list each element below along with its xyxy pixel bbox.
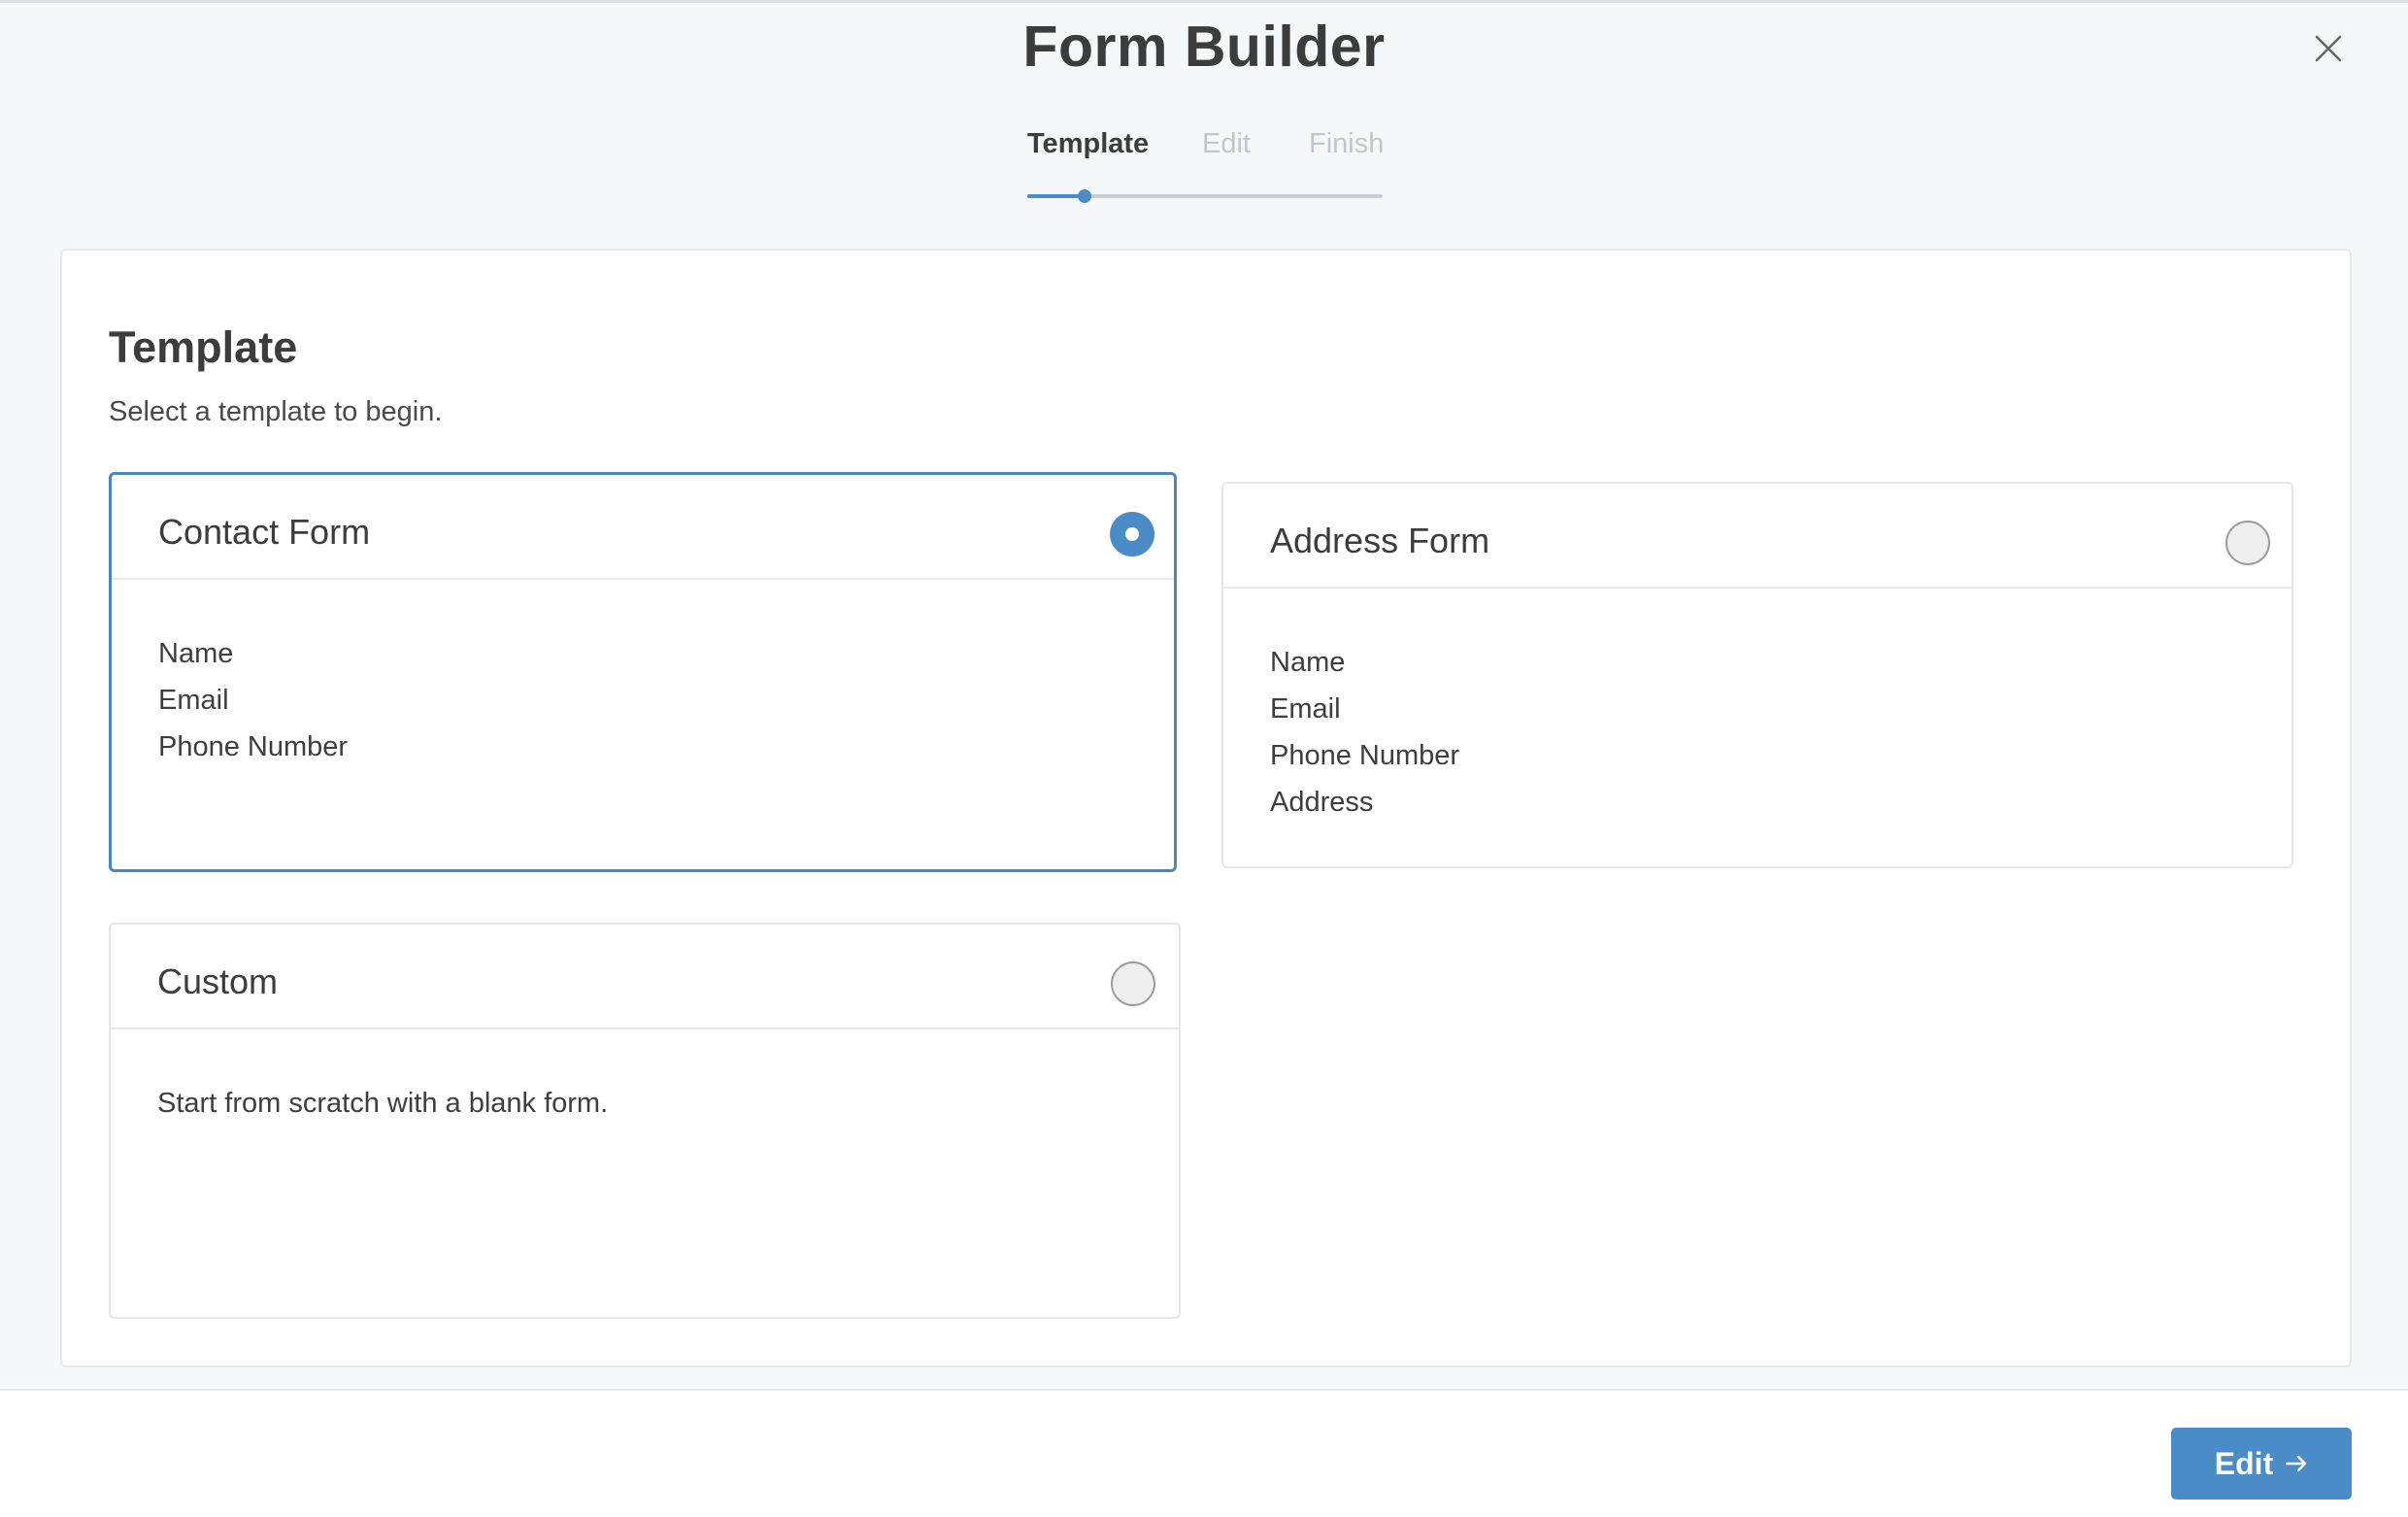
panel-title: Template: [109, 322, 298, 372]
radio-address-form[interactable]: [2225, 521, 2270, 565]
close-button[interactable]: [2307, 27, 2350, 70]
stepper-progress-marker: [1077, 189, 1091, 203]
card-title: Custom: [157, 961, 279, 1001]
footer-bar: Edit: [0, 1389, 2408, 1517]
step-edit: Edit: [1202, 128, 1251, 159]
field-item: Email: [158, 685, 229, 716]
radio-custom[interactable]: [1111, 961, 1155, 1006]
template-panel: Template Select a template to begin. Con…: [60, 249, 2352, 1367]
top-divider: [0, 0, 2408, 3]
step-template[interactable]: Template: [1027, 128, 1149, 160]
template-card-custom[interactable]: Custom Start from scratch with a blank f…: [109, 923, 1181, 1319]
field-item: Name: [158, 638, 234, 669]
close-icon: [2315, 35, 2342, 62]
card-header: Address Form: [1223, 484, 2291, 589]
panel-subtitle: Select a template to begin.: [109, 396, 443, 427]
field-item: Address: [1270, 787, 1374, 818]
card-header: Contact Form: [112, 475, 1174, 580]
field-item: Phone Number: [1270, 740, 1460, 771]
card-description: Start from scratch with a blank form.: [157, 1080, 608, 1127]
field-item: Name: [1270, 647, 1346, 678]
field-item: Phone Number: [158, 731, 349, 762]
card-title: Address Form: [1270, 521, 1490, 560]
field-item: Email: [1270, 693, 1341, 725]
description-text: Start from scratch with a blank form.: [157, 1088, 609, 1119]
stepper-progress-track: [1027, 189, 1383, 203]
page-title: Form Builder: [1022, 15, 1386, 79]
radio-contact-form[interactable]: [1110, 512, 1154, 556]
template-card-contact-form[interactable]: Contact Form Name Email Phone Number: [109, 472, 1177, 872]
card-header: Custom: [111, 925, 1179, 1029]
step-finish: Finish: [1309, 128, 1385, 159]
card-field-list: Name Email Phone Number: [158, 630, 348, 770]
wizard-stepper: Template Edit Finish: [1027, 128, 1385, 206]
template-card-address-form[interactable]: Address Form Name Email Phone Number Add…: [1221, 482, 2293, 868]
card-title: Contact Form: [158, 512, 371, 552]
next-edit-button[interactable]: Edit: [2171, 1428, 2352, 1500]
next-button-label: Edit: [2214, 1445, 2274, 1481]
arrow-right-icon: [2286, 1455, 2307, 1472]
stepper-progress-fill: [1027, 194, 1085, 198]
card-field-list: Name Email Phone Number Address: [1270, 639, 1459, 826]
